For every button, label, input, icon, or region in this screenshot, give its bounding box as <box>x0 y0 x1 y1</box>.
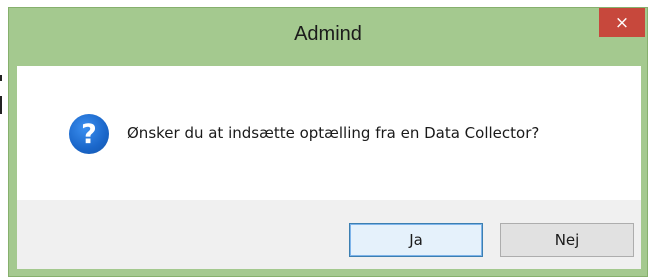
background-edge <box>0 75 2 81</box>
dialog-title: Admind <box>294 23 362 45</box>
question-icon-glyph: ? <box>81 118 97 150</box>
yes-button[interactable]: Ja <box>349 223 483 257</box>
dialog-footer: Ja Nej <box>17 200 641 269</box>
background-edge <box>0 96 2 114</box>
question-icon: ? <box>69 114 109 154</box>
dialog-content: ? Ønsker du at indsætte optælling fra en… <box>17 66 641 200</box>
close-icon: × <box>614 12 630 33</box>
dialog-message: Ønsker du at indsætte optælling fra en D… <box>127 124 540 142</box>
close-button[interactable]: × <box>599 8 645 37</box>
no-button[interactable]: Nej <box>500 223 634 257</box>
title-bar[interactable]: Admind × <box>9 8 647 66</box>
message-dialog: Admind × ? Ønsker du at indsætte optælli… <box>8 7 648 277</box>
